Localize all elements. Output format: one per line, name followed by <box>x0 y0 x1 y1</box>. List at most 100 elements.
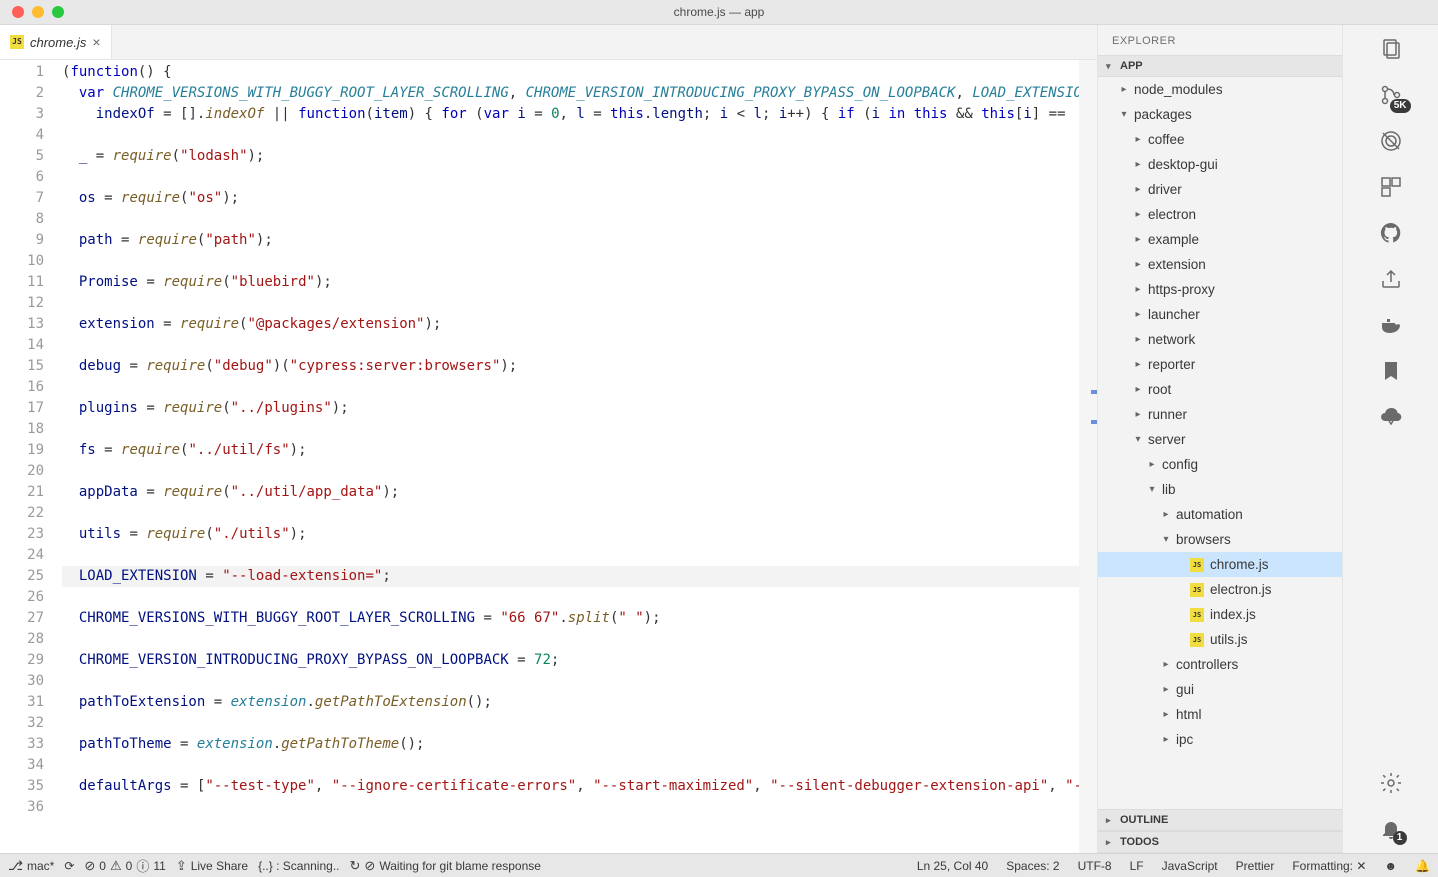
docker-icon[interactable] <box>1377 311 1405 339</box>
code-line[interactable] <box>62 503 1097 524</box>
code-line[interactable] <box>62 377 1097 398</box>
code-line[interactable]: defaultArgs = ["--test-type", "--ignore-… <box>62 776 1097 797</box>
live-share[interactable]: ⇪Live Share <box>176 858 248 874</box>
code-line[interactable]: extension = require("@packages/extension… <box>62 314 1097 335</box>
code-line[interactable]: debug = require("debug")("cypress:server… <box>62 356 1097 377</box>
cloud-icon[interactable] <box>1377 403 1405 431</box>
tab-chrome-js[interactable]: JS chrome.js × <box>0 25 112 59</box>
code-line[interactable] <box>62 419 1097 440</box>
code-line[interactable]: pathToExtension = extension.getPathToExt… <box>62 692 1097 713</box>
folder-server[interactable]: ▾server <box>1098 427 1342 452</box>
code-line[interactable] <box>62 545 1097 566</box>
code-line[interactable]: CHROME_VERSION_INTRODUCING_PROXY_BYPASS_… <box>62 650 1097 671</box>
code-line[interactable] <box>62 293 1097 314</box>
code-line[interactable]: utils = require("./utils"); <box>62 524 1097 545</box>
encoding[interactable]: UTF-8 <box>1078 859 1112 873</box>
settings-icon[interactable] <box>1377 769 1405 797</box>
folder-automation[interactable]: ▸automation <box>1098 502 1342 527</box>
code-line[interactable]: LOAD_EXTENSION = "--load-extension="; <box>62 566 1097 587</box>
folder-desktop-gui[interactable]: ▸desktop-gui <box>1098 152 1342 177</box>
folder-extension[interactable]: ▸extension <box>1098 252 1342 277</box>
git-blame-status[interactable]: ↻⊘Waiting for git blame response <box>350 858 541 874</box>
source-control-icon[interactable]: 5K <box>1377 81 1405 109</box>
close-window-button[interactable] <box>12 6 24 18</box>
share-icon[interactable] <box>1377 265 1405 293</box>
folder-ipc[interactable]: ▸ipc <box>1098 727 1342 752</box>
code-line[interactable] <box>62 587 1097 608</box>
folder-node_modules[interactable]: ▸node_modules <box>1098 77 1342 102</box>
section-app[interactable]: ▾ APP <box>1098 55 1342 77</box>
code-line[interactable]: path = require("path"); <box>62 230 1097 251</box>
folder-lib[interactable]: ▾lib <box>1098 477 1342 502</box>
code-area[interactable]: (function() { var CHROME_VERSIONS_WITH_B… <box>62 60 1097 853</box>
code-line[interactable] <box>62 125 1097 146</box>
folder-packages[interactable]: ▾packages <box>1098 102 1342 127</box>
file-index-js[interactable]: JSindex.js <box>1098 602 1342 627</box>
bookmark-icon[interactable] <box>1377 357 1405 385</box>
code-line[interactable]: var CHROME_VERSIONS_WITH_BUGGY_ROOT_LAYE… <box>62 83 1097 104</box>
cursor-position[interactable]: Ln 25, Col 40 <box>917 859 988 873</box>
editor[interactable]: 1234567891011121314151617181920212223242… <box>0 60 1097 853</box>
problems[interactable]: ⊘0 ⚠0 ⓘ11 <box>84 856 165 875</box>
code-line[interactable] <box>62 671 1097 692</box>
folder-launcher[interactable]: ▸launcher <box>1098 302 1342 327</box>
folder-browsers[interactable]: ▾browsers <box>1098 527 1342 552</box>
debug-icon[interactable] <box>1377 127 1405 155</box>
files-icon[interactable] <box>1377 35 1405 63</box>
file-electron-js[interactable]: JSelectron.js <box>1098 577 1342 602</box>
feedback-icon[interactable]: ☻ <box>1384 859 1397 873</box>
git-branch[interactable]: ⎇mac* <box>8 858 54 874</box>
code-line[interactable] <box>62 713 1097 734</box>
prettier[interactable]: Prettier <box>1236 859 1275 873</box>
code-line[interactable]: _ = require("lodash"); <box>62 146 1097 167</box>
folder-https-proxy[interactable]: ▸https-proxy <box>1098 277 1342 302</box>
formatting[interactable]: Formatting: ✕ <box>1292 859 1366 873</box>
folder-controllers[interactable]: ▸controllers <box>1098 652 1342 677</box>
code-line[interactable]: indexOf = [].indexOf || function(item) {… <box>62 104 1097 125</box>
code-line[interactable] <box>62 209 1097 230</box>
code-line[interactable]: (function() { <box>62 62 1097 83</box>
code-line[interactable] <box>62 755 1097 776</box>
folder-html[interactable]: ▸html <box>1098 702 1342 727</box>
folder-config[interactable]: ▸config <box>1098 452 1342 477</box>
maximize-window-button[interactable] <box>52 6 64 18</box>
minimize-window-button[interactable] <box>32 6 44 18</box>
code-line[interactable] <box>62 797 1097 818</box>
code-line[interactable]: pathToTheme = extension.getPathToTheme()… <box>62 734 1097 755</box>
folder-coffee[interactable]: ▸coffee <box>1098 127 1342 152</box>
code-line[interactable]: CHROME_VERSIONS_WITH_BUGGY_ROOT_LAYER_SC… <box>62 608 1097 629</box>
code-line[interactable] <box>62 167 1097 188</box>
indentation[interactable]: Spaces: 2 <box>1006 859 1059 873</box>
file-utils-js[interactable]: JSutils.js <box>1098 627 1342 652</box>
notifications-icon[interactable]: 1 <box>1377 815 1405 843</box>
close-icon[interactable]: × <box>92 34 100 50</box>
github-icon[interactable] <box>1377 219 1405 247</box>
code-line[interactable] <box>62 335 1097 356</box>
code-line[interactable]: fs = require("../util/fs"); <box>62 440 1097 461</box>
code-line[interactable] <box>62 251 1097 272</box>
folder-root[interactable]: ▸root <box>1098 377 1342 402</box>
folder-driver[interactable]: ▸driver <box>1098 177 1342 202</box>
code-line[interactable] <box>62 629 1097 650</box>
minimap[interactable] <box>1079 60 1097 853</box>
sync-icon[interactable]: ⟳ <box>64 859 74 873</box>
code-line[interactable]: appData = require("../util/app_data"); <box>62 482 1097 503</box>
code-line[interactable] <box>62 461 1097 482</box>
extensions-icon[interactable] <box>1377 173 1405 201</box>
code-line[interactable]: plugins = require("../plugins"); <box>62 398 1097 419</box>
eol[interactable]: LF <box>1130 859 1144 873</box>
code-line[interactable]: Promise = require("bluebird"); <box>62 272 1097 293</box>
folder-gui[interactable]: ▸gui <box>1098 677 1342 702</box>
folder-network[interactable]: ▸network <box>1098 327 1342 352</box>
bracket-status[interactable]: {..} : Scanning.. <box>258 859 339 873</box>
language-mode[interactable]: JavaScript <box>1162 859 1218 873</box>
code-line[interactable]: os = require("os"); <box>62 188 1097 209</box>
folder-runner[interactable]: ▸runner <box>1098 402 1342 427</box>
folder-reporter[interactable]: ▸reporter <box>1098 352 1342 377</box>
file-chrome-js[interactable]: JSchrome.js <box>1098 552 1342 577</box>
folder-example[interactable]: ▸example <box>1098 227 1342 252</box>
section-outline[interactable]: ▸ OUTLINE <box>1098 809 1342 831</box>
folder-electron[interactable]: ▸electron <box>1098 202 1342 227</box>
bell-icon[interactable]: 🔔 <box>1415 859 1430 873</box>
section-todos[interactable]: ▸ TODOS <box>1098 831 1342 853</box>
